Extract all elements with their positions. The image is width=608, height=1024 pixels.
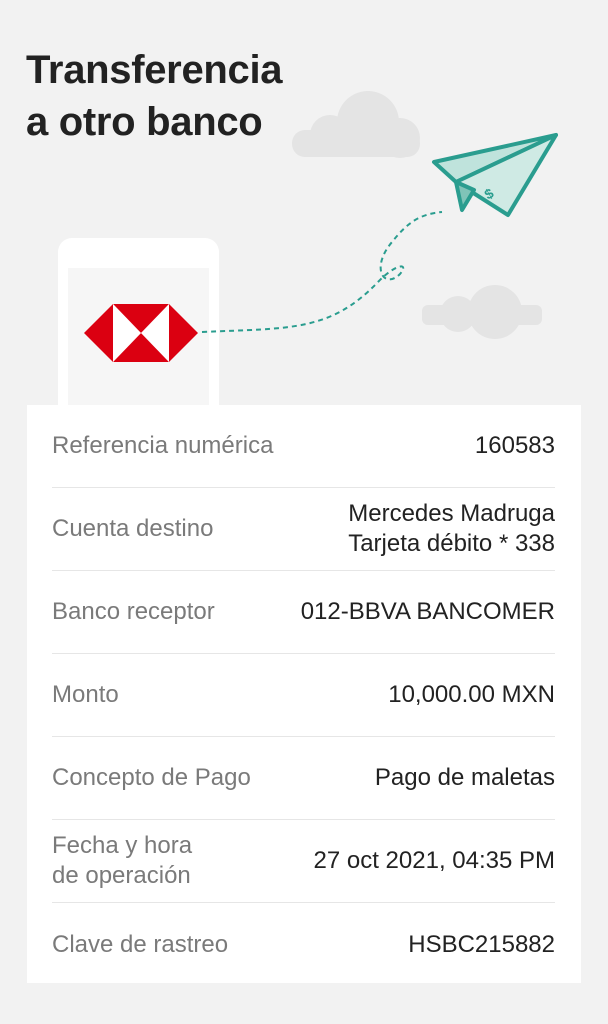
flight-path <box>201 211 443 333</box>
date-label-line2: de operación <box>52 862 191 889</box>
account-name: Mercedes Madruga <box>348 500 555 527</box>
account-label: Cuenta destino <box>52 515 214 542</box>
reference-value: 160583 <box>474 432 555 459</box>
tracking-label: Clave de rastreo <box>52 930 229 958</box>
concept-value: Pago de maletas <box>374 764 555 791</box>
detail-row-tracking: Clave de rastreo HSBC215882 <box>52 903 555 986</box>
detail-row-account: Cuenta destino Mercedes Madruga Tarjeta … <box>52 488 555 571</box>
amount-value: 10,000.00 MXN <box>388 681 555 708</box>
detail-row-reference: Referencia numérica 160583 <box>52 405 555 488</box>
date-label-line1: Fecha y hora <box>52 832 193 859</box>
detail-row-amount: Monto 10,000.00 MXN <box>52 654 555 737</box>
bank-value: 012-BBVA BANCOMER <box>300 598 555 625</box>
account-value: Mercedes Madruga Tarjeta débito * 338 <box>348 499 555 559</box>
detail-row-bank: Banco receptor 012-BBVA BANCOMER <box>52 571 555 654</box>
bank-label: Banco receptor <box>52 598 215 625</box>
concept-label: Concepto de Pago <box>52 764 251 791</box>
transfer-details-card: Referencia numérica 160583 Cuenta destin… <box>27 405 581 983</box>
date-label: Fecha y hora de operación <box>52 831 192 891</box>
transfer-illustration: $ <box>58 91 558 410</box>
date-value: 27 oct 2021, 04:35 PM <box>313 847 556 874</box>
account-card: Tarjeta débito * 338 <box>348 530 555 557</box>
cloud-icon <box>422 285 542 339</box>
paper-plane-icon: $ <box>432 133 558 217</box>
cloud-icon <box>292 91 420 158</box>
tracking-value: HSBC215882 <box>408 930 555 958</box>
amount-label: Monto <box>52 681 119 708</box>
detail-row-concept: Concepto de Pago Pago de maletas <box>52 737 555 820</box>
reference-label: Referencia numérica <box>52 432 274 459</box>
detail-row-date: Fecha y hora de operación 27 oct 2021, 0… <box>52 820 555 903</box>
